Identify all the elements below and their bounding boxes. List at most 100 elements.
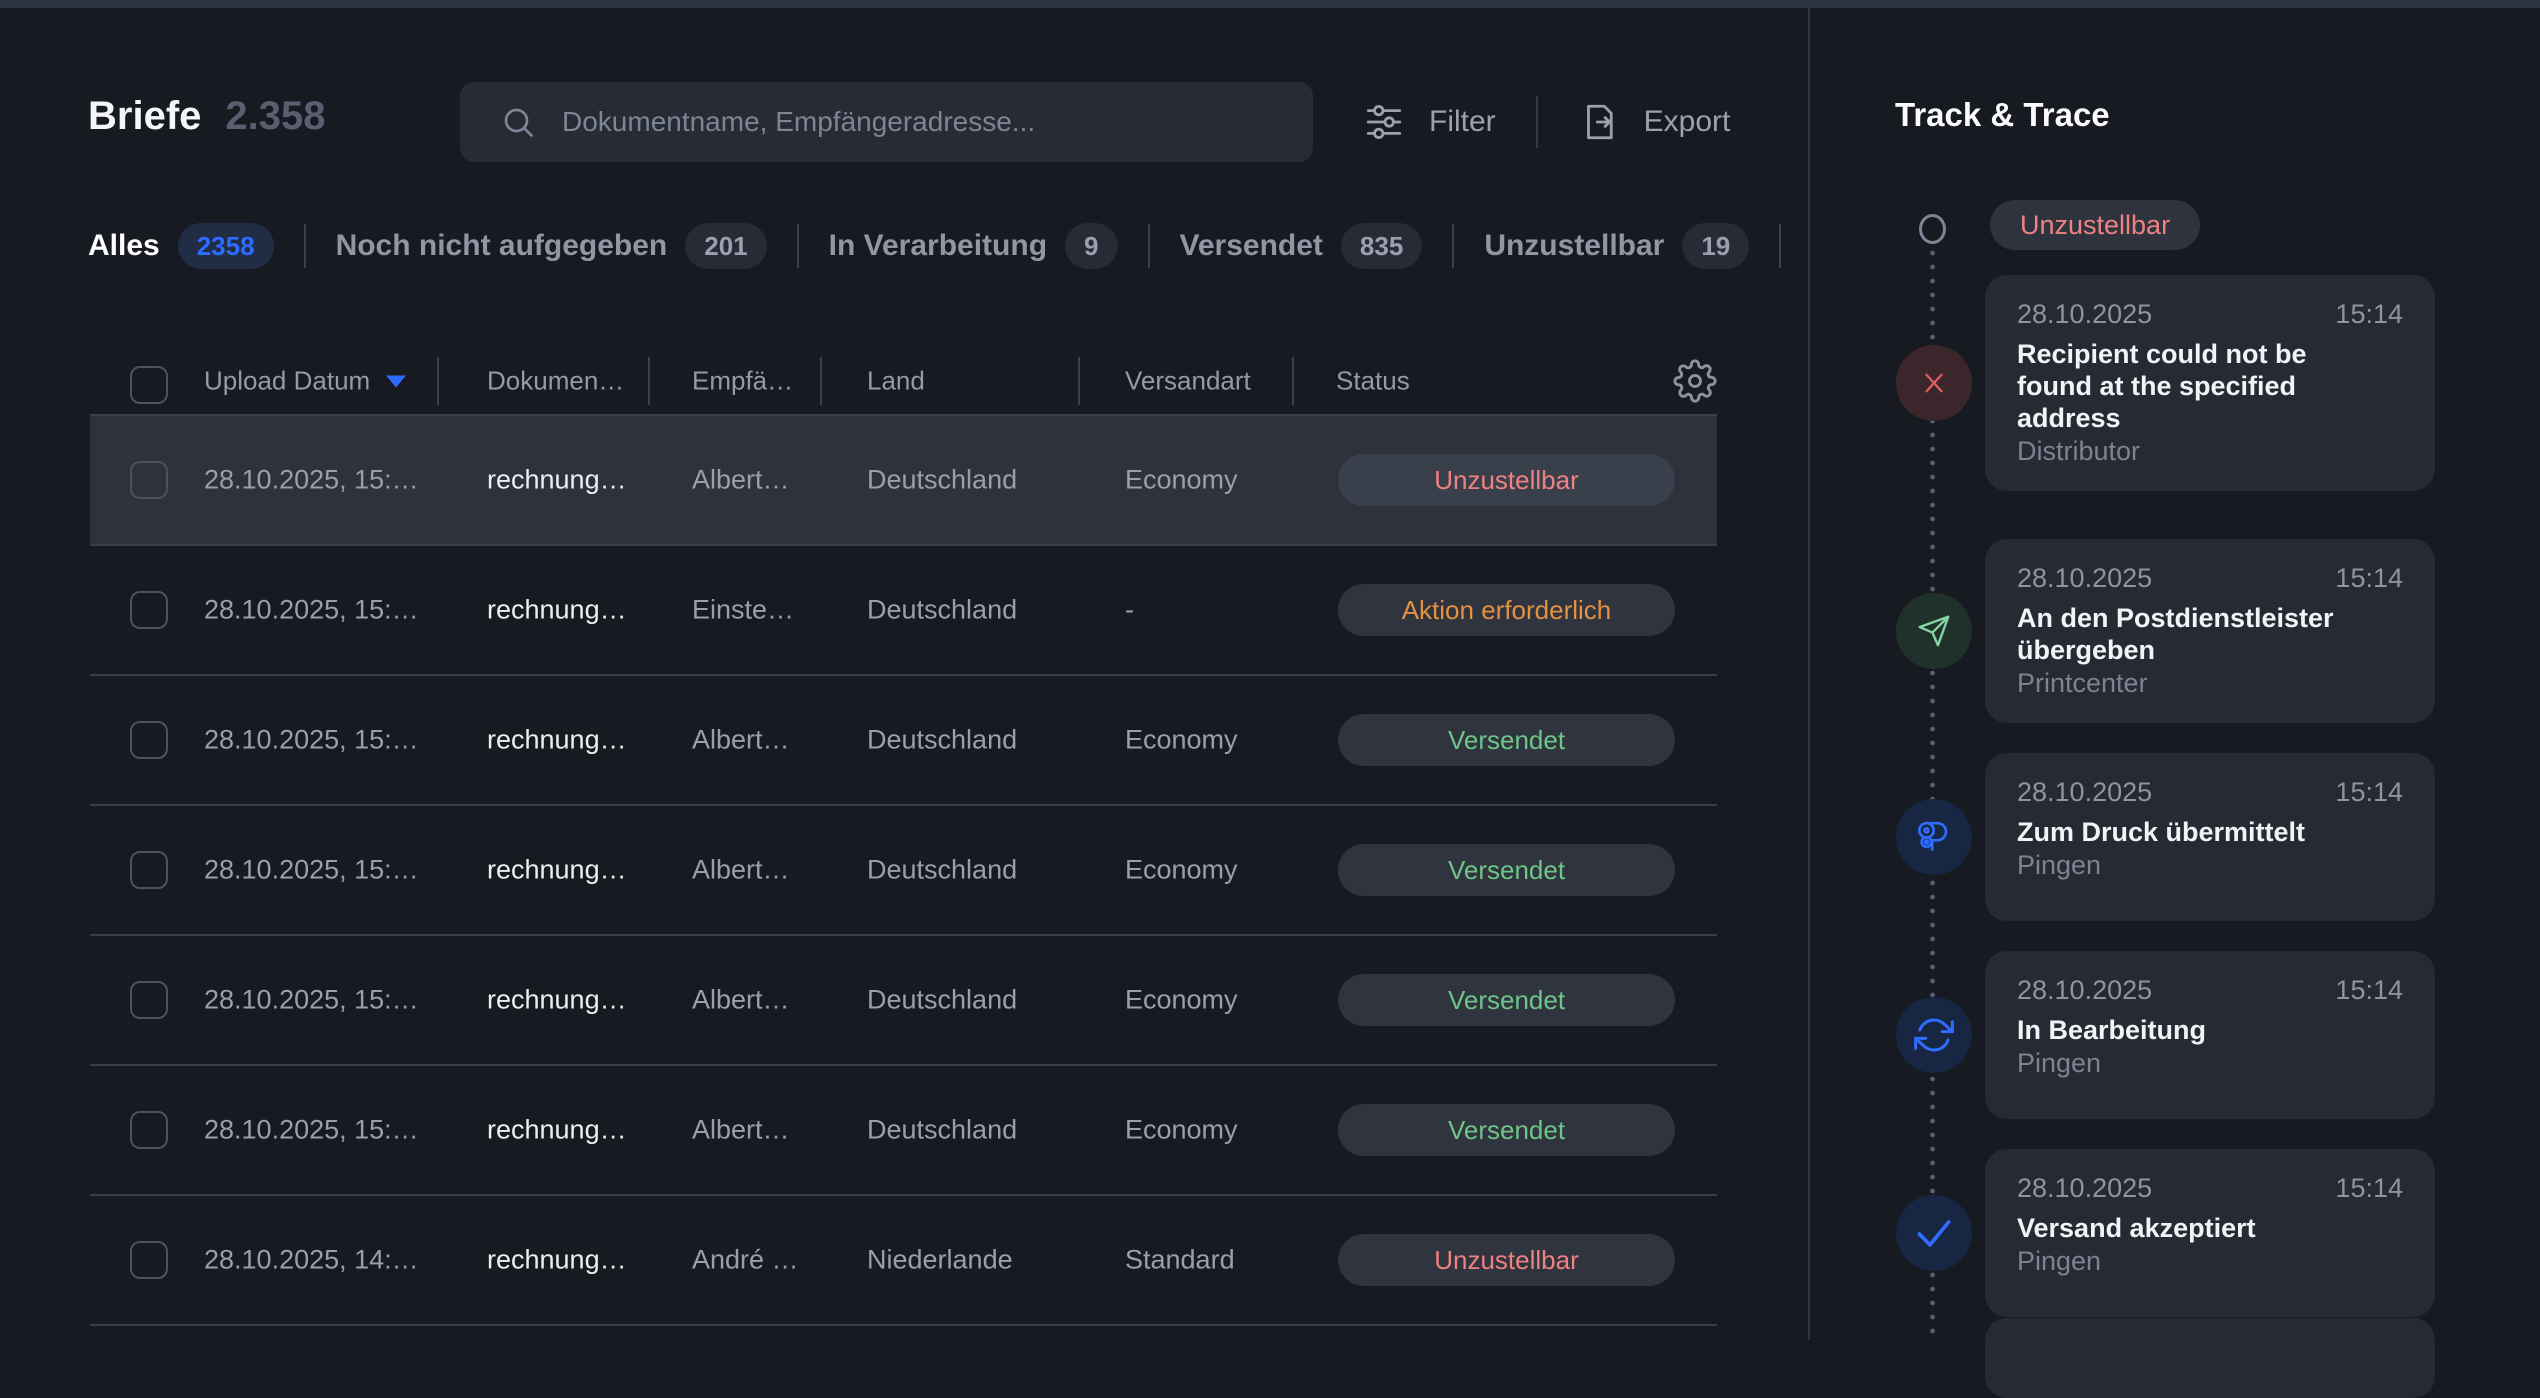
table-row[interactable]: 28.10.2025, 15:… rechnung… Albert… Deuts… (90, 806, 1717, 936)
tab-label: In Verarbeitung (829, 229, 1047, 263)
tab-noch-nicht-aufgegeben[interactable]: Noch nicht aufgegeben 201 (336, 223, 767, 269)
search-placeholder: Dokumentname, Empfängeradresse... (562, 106, 1035, 138)
event-title: An den Postdienstleister übergeben (2017, 602, 2387, 666)
tab-count-badge: 835 (1341, 223, 1422, 269)
column-header-status[interactable]: Status (1336, 366, 1410, 397)
page-title-group: Briefe 2.358 (88, 94, 326, 139)
table-body: 28.10.2025, 15:… rechnung… Albert… Deuts… (90, 416, 1717, 1326)
timeline-event: 28.10.2025 15:14 Zum Druck übermittelt P… (1809, 753, 2540, 921)
tab-label: Noch nicht aufgegeben (336, 229, 668, 263)
cell-document: rechnung… (487, 595, 627, 626)
column-header-recipient[interactable]: Empfä… (692, 366, 793, 397)
page-title-count: 2.358 (225, 94, 325, 139)
letters-table: Upload Datum Dokumen… Empfä… Land Versan… (90, 348, 1717, 1326)
cell-document: rechnung… (487, 1115, 627, 1146)
row-checkbox[interactable] (130, 981, 168, 1019)
table-row[interactable]: 28.10.2025, 15:… rechnung… Einste… Deuts… (90, 546, 1717, 676)
event-date: 28.10.2025 (2017, 301, 2152, 328)
cell-country: Deutschland (867, 595, 1017, 626)
tab-in-verarbeitung[interactable]: In Verarbeitung 9 (829, 223, 1118, 269)
event-card: 28.10.2025 15:14 In Bearbeitung Pingen (1985, 951, 2435, 1119)
export-file-icon (1578, 101, 1620, 143)
tab-count-badge: 19 (1682, 223, 1749, 269)
table-row[interactable]: 28.10.2025, 14:… rechnung… André … Niede… (90, 1196, 1717, 1326)
event-time: 15:14 (2335, 977, 2403, 1004)
row-checkbox[interactable] (130, 851, 168, 889)
cell-upload-date: 28.10.2025, 15:… (204, 985, 419, 1016)
event-date: 28.10.2025 (2017, 977, 2152, 1004)
table-row[interactable]: 28.10.2025, 15:… rechnung… Albert… Deuts… (90, 676, 1717, 806)
event-title: Recipient could not be found at the spec… (2017, 338, 2387, 434)
cell-shipping: - (1125, 595, 1134, 626)
event-carrier: Pingen (2017, 1248, 2403, 1275)
event-card: 28.10.2025 15:14 Zum Druck übermittelt P… (1985, 753, 2435, 921)
tab-alles[interactable]: Alles 2358 (88, 223, 274, 269)
refresh-icon (1896, 997, 1972, 1073)
status-badge: Unzustellbar (1338, 1234, 1675, 1286)
row-checkbox[interactable] (130, 591, 168, 629)
event-date: 28.10.2025 (2017, 1175, 2152, 1202)
cell-country: Deutschland (867, 985, 1017, 1016)
search-input[interactable]: Dokumentname, Empfängeradresse... (460, 82, 1313, 162)
search-icon (500, 104, 536, 140)
column-header-shipping[interactable]: Versandart (1125, 366, 1251, 397)
filter-button[interactable]: Filter (1363, 101, 1496, 143)
cell-document: rechnung… (487, 985, 627, 1016)
event-title: In Bearbeitung (2017, 1014, 2387, 1046)
event-time: 15:14 (2335, 565, 2403, 592)
row-checkbox[interactable] (130, 1241, 168, 1279)
cell-upload-date: 28.10.2025, 14:… (204, 1245, 419, 1276)
table-row[interactable]: 28.10.2025, 15:… rechnung… Albert… Deuts… (90, 416, 1717, 546)
cell-recipient: André … (692, 1245, 799, 1276)
row-checkbox[interactable] (130, 461, 168, 499)
sort-desc-icon (386, 375, 406, 387)
cell-recipient: Albert… (692, 725, 790, 756)
table-row[interactable]: 28.10.2025, 15:… rechnung… Albert… Deuts… (90, 1066, 1717, 1196)
export-label: Export (1644, 105, 1731, 139)
cell-recipient: Albert… (692, 855, 790, 886)
event-date: 28.10.2025 (2017, 565, 2152, 592)
cell-country: Niederlande (867, 1245, 1013, 1276)
row-checkbox[interactable] (130, 721, 168, 759)
cell-shipping: Economy (1125, 725, 1238, 756)
table-header: Upload Datum Dokumen… Empfä… Land Versan… (90, 348, 1717, 416)
select-all-checkbox[interactable] (130, 366, 168, 404)
timeline-event: 28.10.2025 15:14 Versand akzeptiert Ping… (1809, 1149, 2540, 1317)
cell-upload-date: 28.10.2025, 15:… (204, 855, 419, 886)
cell-shipping: Economy (1125, 985, 1238, 1016)
row-checkbox[interactable] (130, 1111, 168, 1149)
filter-label: Filter (1429, 105, 1496, 139)
cell-country: Deutschland (867, 725, 1017, 756)
track-status-badge: Unzustellbar (1990, 200, 2200, 250)
timeline-event: 28.10.2025 15:14 An den Postdienstleiste… (1809, 539, 2540, 723)
cell-country: Deutschland (867, 1115, 1017, 1146)
cell-upload-date: 28.10.2025, 15:… (204, 595, 419, 626)
tab-unzustellbar[interactable]: Unzustellbar 19 (1484, 223, 1749, 269)
export-button[interactable]: Export (1578, 101, 1731, 143)
event-time: 15:14 (2335, 1175, 2403, 1202)
event-time: 15:14 (2335, 301, 2403, 328)
cell-document: rechnung… (487, 465, 627, 496)
cell-shipping: Standard (1125, 1245, 1235, 1276)
tab-count-badge: 9 (1065, 223, 1117, 269)
tab-count-badge: 2358 (178, 223, 274, 269)
table-row[interactable]: 28.10.2025, 15:… rechnung… Albert… Deuts… (90, 936, 1717, 1066)
cell-recipient: Albert… (692, 985, 790, 1016)
cell-country: Deutschland (867, 465, 1017, 496)
tab-label: Versendet (1180, 229, 1323, 263)
gear-icon (1673, 359, 1717, 403)
column-header-document[interactable]: Dokumen… (487, 366, 624, 397)
page-title: Briefe (88, 94, 201, 139)
cell-upload-date: 28.10.2025, 15:… (204, 465, 419, 496)
event-carrier: Pingen (2017, 1050, 2403, 1077)
table-settings-button[interactable] (1673, 359, 1717, 403)
check-icon (1896, 1195, 1972, 1271)
column-header-country[interactable]: Land (867, 366, 925, 397)
column-header-upload-date[interactable]: Upload Datum (204, 366, 406, 397)
send-icon (1896, 593, 1972, 669)
status-badge: Aktion erforderlich (1338, 584, 1675, 636)
printer-icon (1896, 799, 1972, 875)
event-card: 28.10.2025 15:14 An den Postdienstleiste… (1985, 539, 2435, 723)
status-badge: Versendet (1338, 974, 1675, 1026)
tab-versendet[interactable]: Versendet 835 (1180, 223, 1423, 269)
